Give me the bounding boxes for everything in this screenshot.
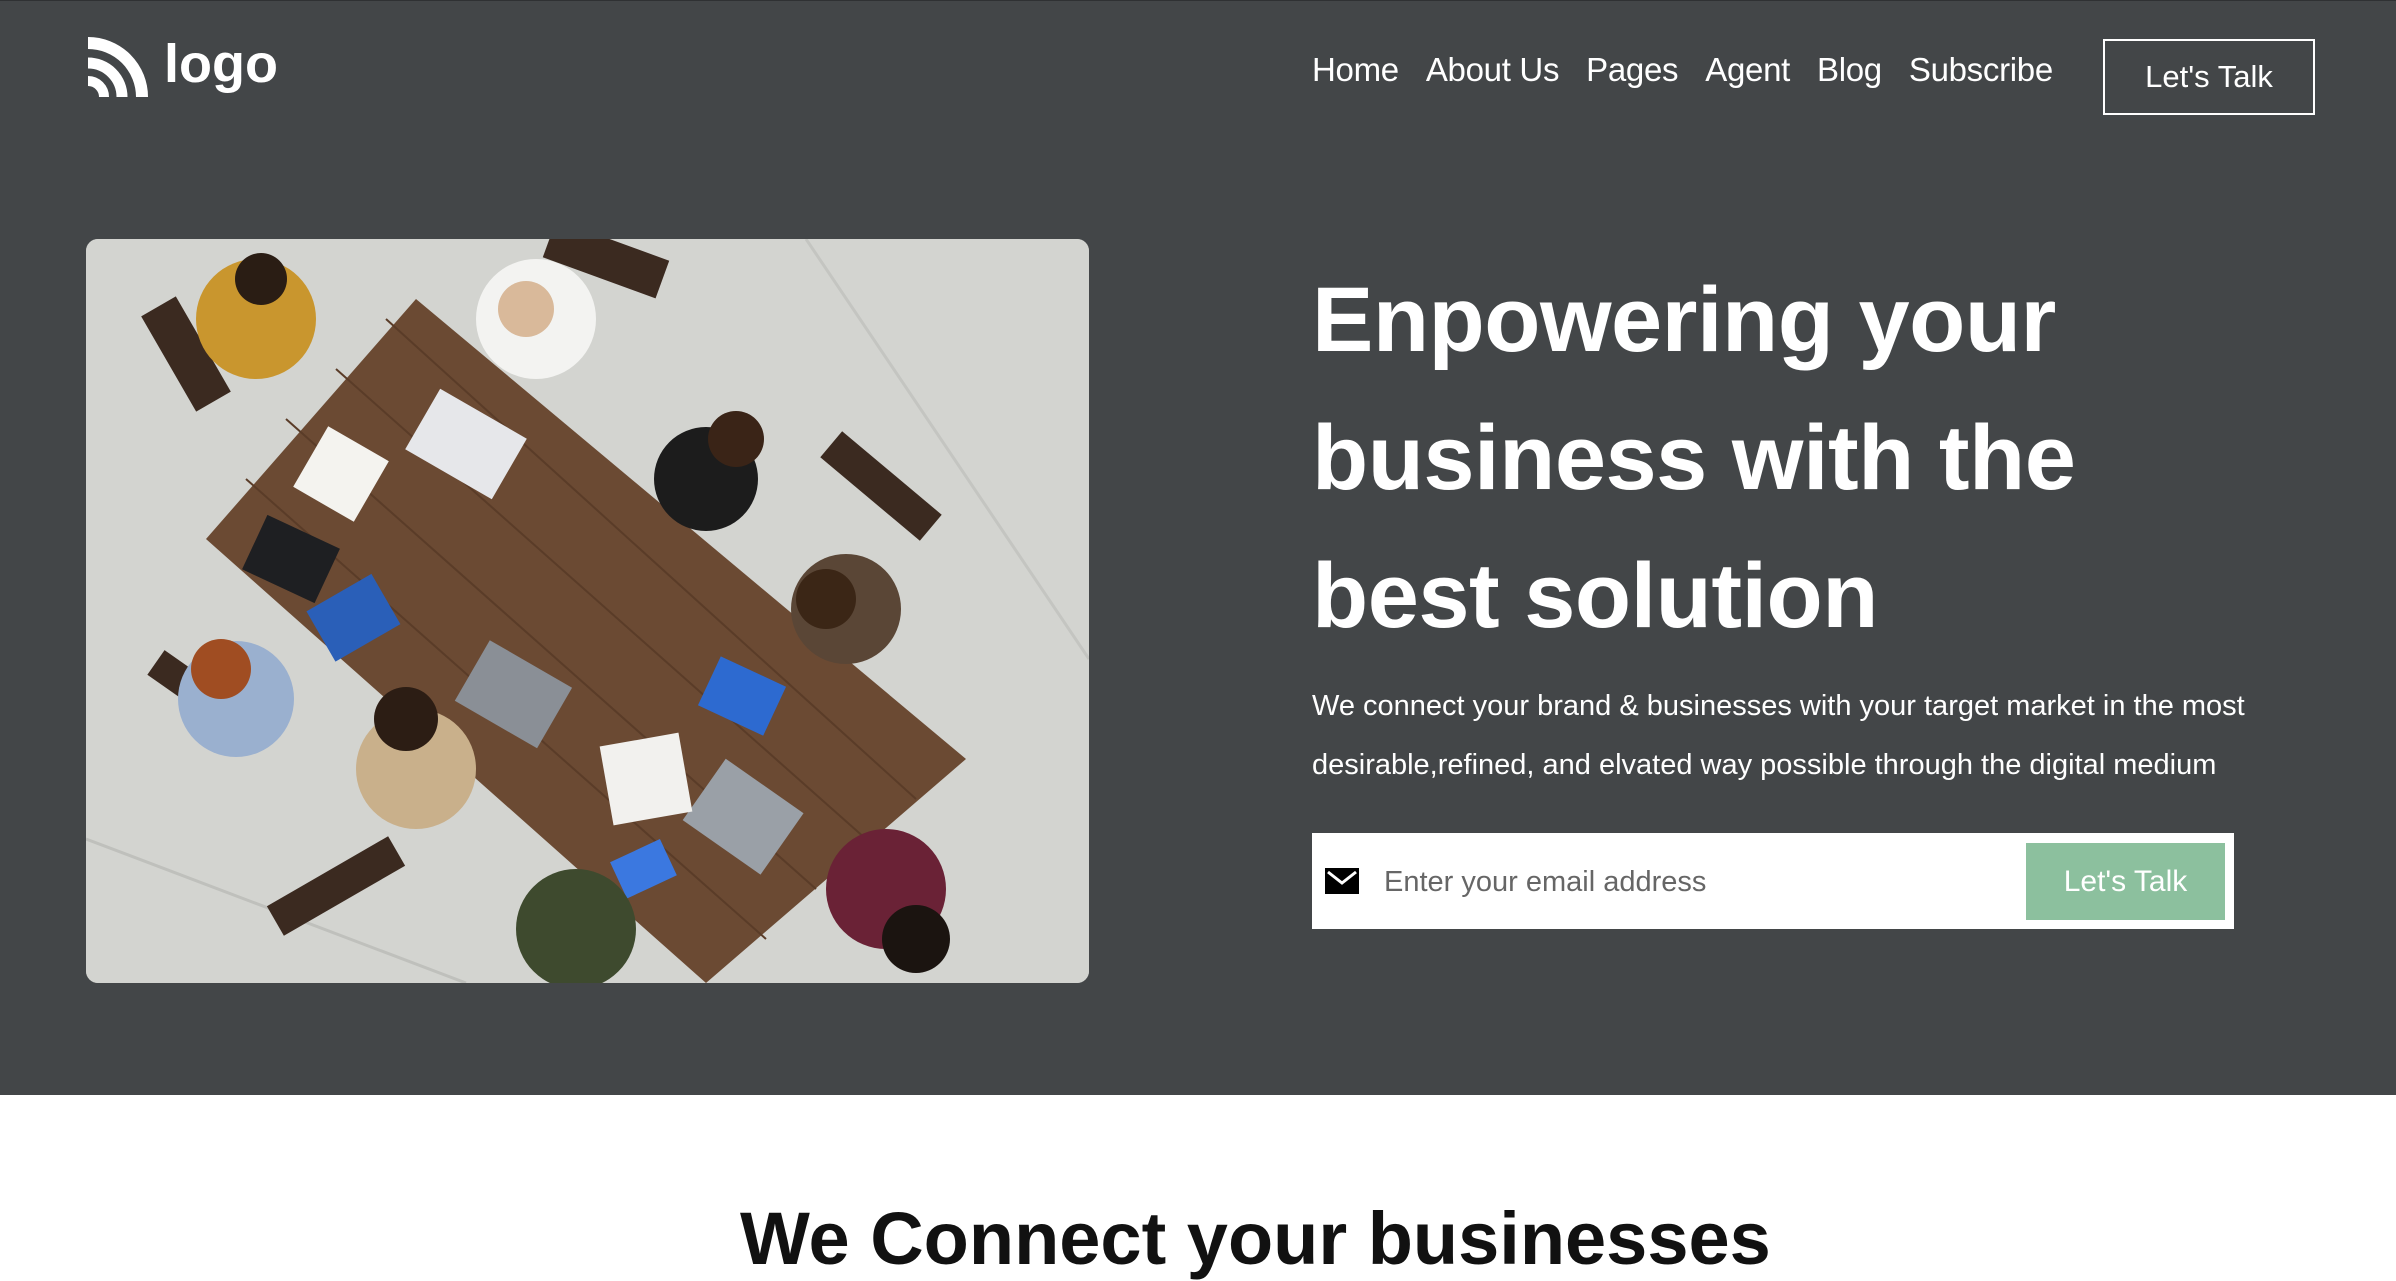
email-input[interactable] [1382,853,2006,911]
logo-text: logo [164,34,278,94]
lets-talk-button[interactable]: Let's Talk [2026,843,2225,920]
email-signup-form: Let's Talk [1312,833,2234,929]
hero-section: logo Home About Us Pages Agent Blog Subs… [0,0,2396,1095]
headline-line: Enpowering your [1312,269,2056,371]
team-meeting-photo [86,239,1089,983]
hero-headline: Enpowering your business with the best s… [1312,251,2312,665]
nav-home[interactable]: Home [1312,51,1399,89]
main-nav: Home About Us Pages Agent Blog Subscribe [1312,51,2080,89]
nav-subscribe[interactable]: Subscribe [1909,51,2053,89]
nav-pages[interactable]: Pages [1586,51,1678,89]
wifi-arcs-icon [87,37,148,98]
nav-blog[interactable]: Blog [1817,51,1882,89]
header-lets-talk-button[interactable]: Let's Talk [2103,39,2315,115]
nav-about-us[interactable]: About Us [1426,51,1560,89]
hero-description: We connect your brand & businesses with … [1312,690,2245,781]
headline-line: best solution [1312,545,1878,647]
team-meeting-illustration [86,239,1089,983]
nav-agent[interactable]: Agent [1705,51,1790,89]
section-heading: We Connect your businesses [740,1197,1771,1280]
mail-icon [1325,868,1359,894]
headline-line: business with the [1312,407,2076,509]
logo[interactable]: logo [84,31,278,103]
